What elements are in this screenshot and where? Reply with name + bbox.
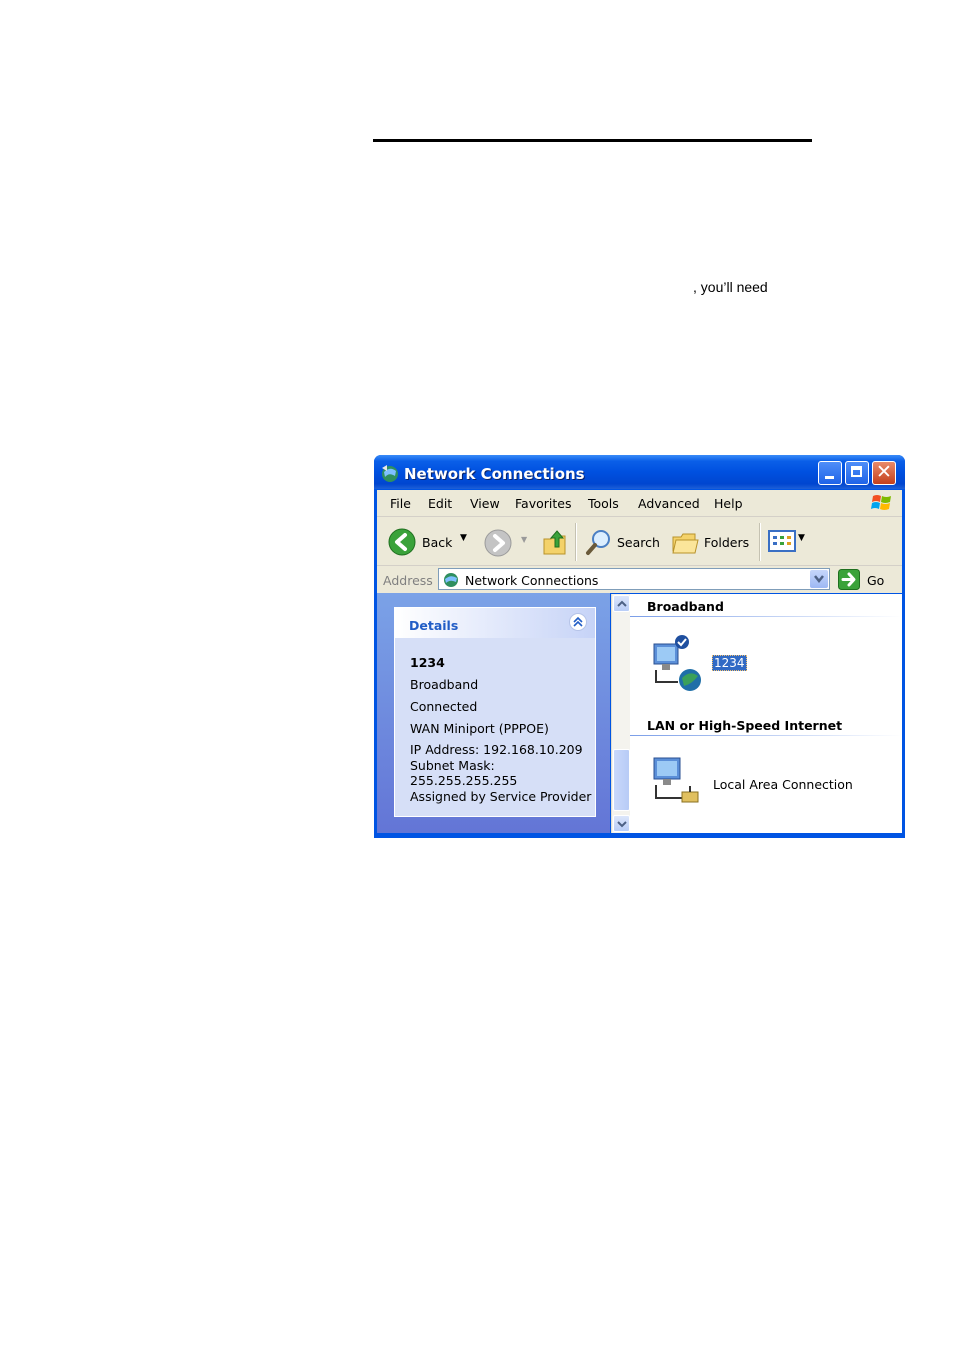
search-button-label[interactable]: Search: [617, 535, 660, 550]
back-dropdown-arrow-icon[interactable]: ▼: [460, 533, 467, 543]
chevron-down-icon: [617, 821, 627, 828]
window-title: Network Connections: [404, 465, 585, 483]
views-dropdown-arrow-icon[interactable]: ▼: [798, 533, 805, 543]
assigned-by: Assigned by Service Provider: [410, 789, 592, 804]
details-panel: Details 1234 Broadband Connected WAN Min…: [394, 607, 596, 817]
views-icon[interactable]: [768, 529, 796, 553]
menu-favorites[interactable]: Favorites: [515, 496, 571, 511]
connections-list: Broadband 1234 LAN or High-Speed Interne…: [630, 594, 902, 833]
connection-type: Broadband: [410, 677, 479, 692]
subnet-mask-value: 255.255.255.255: [410, 773, 518, 788]
connection-device: WAN Miniport (PPPOE): [410, 721, 549, 736]
menu-view[interactable]: View: [470, 496, 500, 511]
connection-status: Connected: [410, 699, 478, 714]
menu-advanced[interactable]: Advanced: [638, 496, 700, 511]
address-bar: Address Network Connections Go: [377, 566, 902, 593]
group-divider: [630, 616, 902, 617]
network-connections-window: Network Connections ✕ File Edit View Fav…: [374, 455, 905, 838]
network-connections-icon: [444, 573, 458, 587]
details-header[interactable]: Details: [395, 608, 595, 638]
document-text-fragment: , you’ll need: [693, 279, 768, 295]
toolbar-separator: [575, 523, 577, 561]
scroll-up-button[interactable]: [613, 595, 630, 612]
task-pane: Details 1234 Broadband Connected WAN Min…: [377, 593, 610, 833]
scroll-down-button[interactable]: [613, 815, 630, 832]
address-field[interactable]: Network Connections: [438, 568, 830, 590]
folders-button-label[interactable]: Folders: [704, 535, 749, 550]
maximize-button[interactable]: [845, 461, 869, 485]
group-title-lan: LAN or High-Speed Internet: [647, 718, 843, 733]
scroll-thumb[interactable]: [613, 749, 630, 811]
local-area-connection-icon[interactable]: [648, 752, 708, 812]
toolbar-separator: [759, 523, 761, 561]
back-arrow-icon[interactable]: [388, 528, 416, 556]
double-chevron-up-icon: [573, 616, 583, 627]
chevron-up-icon: [617, 600, 627, 607]
connection-item-local-area[interactable]: Local Area Connection: [713, 777, 853, 792]
minimize-button[interactable]: [818, 461, 842, 485]
title-bar[interactable]: Network Connections ✕: [374, 455, 905, 489]
group-divider: [630, 735, 902, 736]
vertical-scrollbar[interactable]: [611, 594, 631, 833]
collapse-button[interactable]: [569, 613, 587, 631]
back-button-label[interactable]: Back: [422, 535, 452, 550]
folders-icon[interactable]: [671, 529, 699, 555]
toolbar: Back ▼ ▼ Search Folders ▼: [377, 517, 902, 566]
connection-name: 1234: [410, 655, 445, 670]
menu-tools[interactable]: Tools: [588, 496, 619, 511]
address-label: Address: [383, 573, 433, 588]
chevron-down-icon: [814, 575, 824, 584]
broadband-connection-icon[interactable]: [648, 634, 708, 694]
menu-edit[interactable]: Edit: [428, 496, 452, 511]
forward-arrow-icon[interactable]: [484, 529, 512, 557]
horizontal-rule: [373, 139, 812, 142]
menu-bar: File Edit View Favorites Tools Advanced …: [377, 490, 902, 517]
close-icon: ✕: [876, 461, 892, 483]
up-folder-icon[interactable]: [541, 527, 569, 557]
address-dropdown-button[interactable]: [810, 570, 828, 588]
go-button-label[interactable]: Go: [867, 573, 884, 588]
go-arrow-icon[interactable]: [838, 569, 860, 590]
network-connections-icon: [382, 465, 398, 482]
search-icon[interactable]: [585, 528, 613, 556]
details-title: Details: [409, 618, 459, 633]
subnet-mask-label: Subnet Mask:: [410, 758, 495, 773]
connection-item-1234[interactable]: 1234: [712, 655, 747, 671]
group-title-broadband: Broadband: [647, 599, 724, 614]
close-button[interactable]: ✕: [872, 461, 896, 485]
menu-help[interactable]: Help: [714, 496, 743, 511]
menu-file[interactable]: File: [390, 496, 411, 511]
address-value: Network Connections: [465, 573, 599, 588]
ip-address: IP Address: 192.168.10.209: [410, 742, 583, 757]
forward-dropdown-arrow-icon[interactable]: ▼: [521, 535, 527, 544]
windows-logo-icon: [871, 495, 891, 510]
